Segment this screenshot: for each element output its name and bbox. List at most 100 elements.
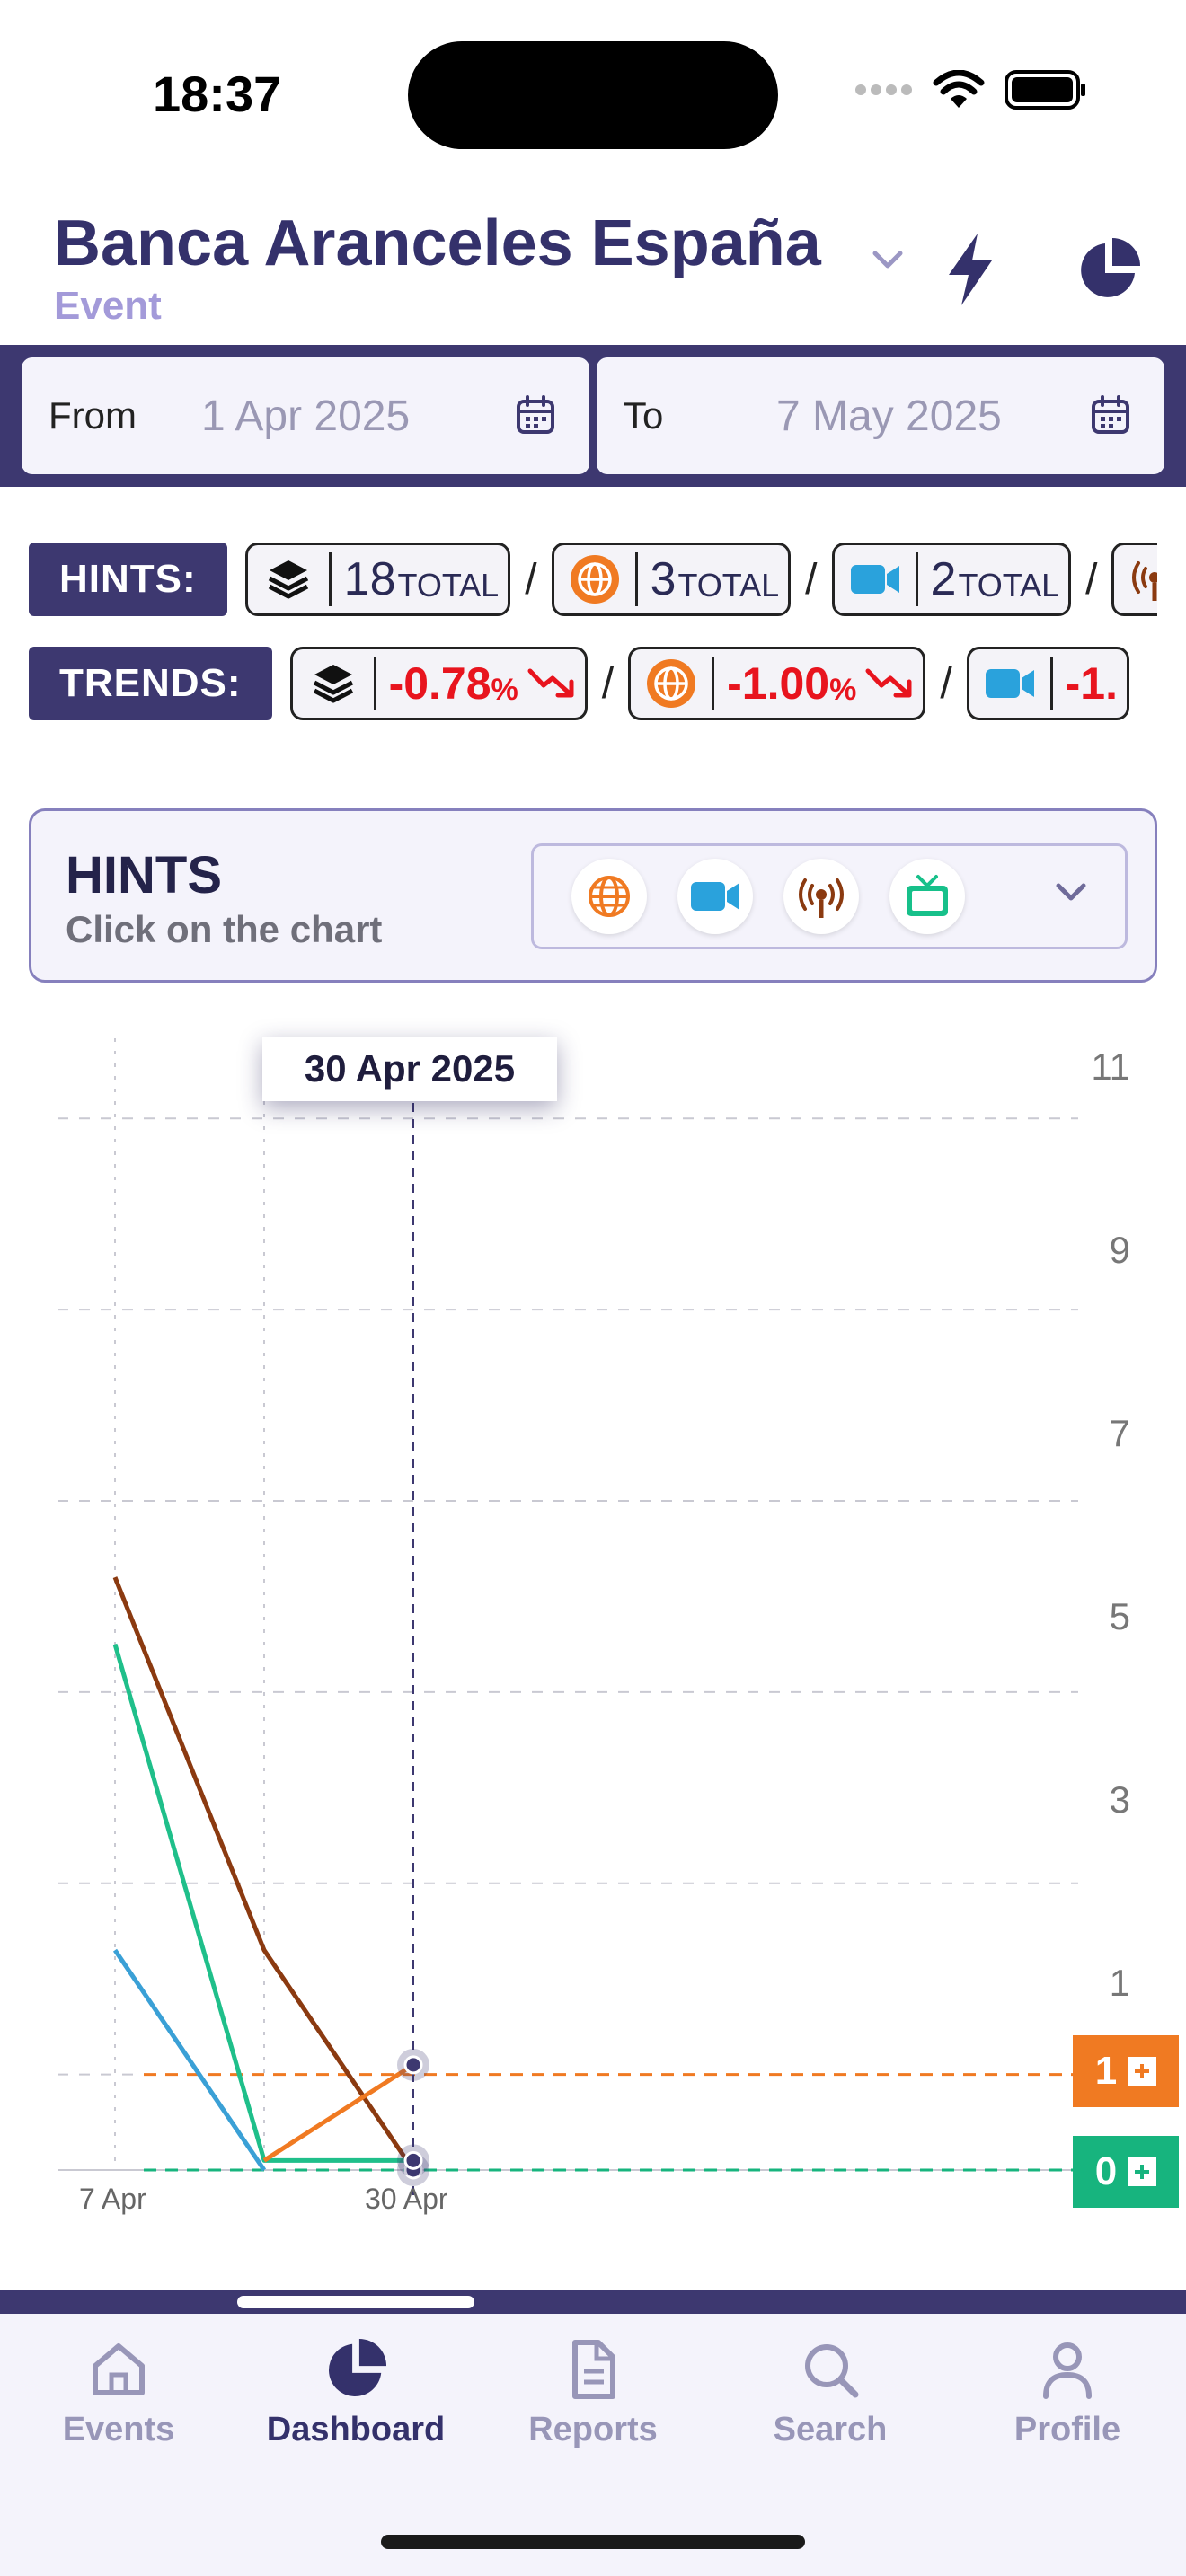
filter-web-button[interactable] <box>571 859 647 934</box>
date-to-label: To <box>624 394 664 437</box>
hints-chip-value: 18 <box>343 553 396 605</box>
line-chart[interactable] <box>0 1006 1186 2245</box>
nav-label: Events <box>62 2411 175 2448</box>
globe-icon <box>589 876 630 917</box>
status-bar: 18:37 <box>0 0 1186 180</box>
wifi-icon <box>933 70 985 108</box>
nav-label: Reports <box>528 2411 658 2448</box>
series-line <box>262 2062 415 2163</box>
chevron-down-icon[interactable] <box>870 248 906 271</box>
nav-item-events[interactable]: Events <box>0 2337 237 2449</box>
y-tick-label: 3 <box>1109 1778 1130 1821</box>
calendar-icon[interactable] <box>509 389 562 443</box>
status-icons <box>855 70 1087 110</box>
hints-chip-video[interactable]: 2 TOTAL <box>831 543 1072 616</box>
hints-chip-web[interactable]: 3 TOTAL <box>551 543 792 616</box>
dynamic-island <box>408 41 778 149</box>
hints-chip-value: 2 <box>930 553 957 605</box>
battery-icon <box>1005 70 1085 110</box>
trend-value: -1. <box>1065 658 1119 709</box>
trends-summary-row: TRENDS: -0.78 % / -1.00 % / -1. <box>29 647 1157 720</box>
hints-tag: HINTS: <box>29 543 227 616</box>
date-to-value[interactable]: 7 May 2025 <box>776 392 1084 441</box>
trend-value: -0.78 <box>388 658 491 709</box>
separator: / <box>940 659 952 708</box>
quick-action-button[interactable] <box>934 225 1006 314</box>
hints-summary-row: HINTS: 18 TOTAL / 3 TOTAL / 2 TOTAL / <box>29 543 1157 616</box>
x-tick-label: 7 Apr <box>79 2183 146 2215</box>
y-tick-label: 5 <box>1109 1595 1130 1637</box>
media-filter[interactable] <box>531 843 1128 949</box>
date-from-label: From <box>49 394 137 437</box>
series-line <box>112 1576 416 2172</box>
status-time: 18:37 <box>153 66 282 122</box>
filter-tv-button[interactable] <box>890 859 965 934</box>
trend-value: -1.00 <box>727 658 830 709</box>
separator: / <box>805 555 818 604</box>
date-from-value[interactable]: 1 Apr 2025 <box>201 392 509 441</box>
reference-badge-green[interactable]: 0 <box>1073 2136 1179 2208</box>
date-to-field[interactable]: To 7 May 2025 <box>597 357 1164 474</box>
trend-unit: % <box>491 672 518 707</box>
nav-divider <box>0 2290 1186 2314</box>
nav-item-profile[interactable]: Profile <box>949 2337 1186 2449</box>
nav-item-dashboard[interactable]: Dashboard <box>237 2337 474 2449</box>
trends-tag: TRENDS: <box>29 647 272 720</box>
filter-video-button[interactable] <box>677 859 753 934</box>
plus-square-icon <box>1128 2057 1157 2086</box>
active-tab-indicator <box>237 2296 474 2308</box>
nav-item-search[interactable]: Search <box>712 2337 949 2449</box>
trends-chip-video[interactable]: -1. <box>966 647 1130 720</box>
nav-label: Search <box>773 2411 888 2448</box>
y-tick-label: 7 <box>1109 1412 1130 1454</box>
dashboard-view-button[interactable] <box>1064 225 1154 314</box>
globe-icon <box>567 551 623 607</box>
event-subtitle: Event <box>54 284 162 328</box>
pie-chart-icon <box>1081 238 1140 297</box>
home-icon <box>93 2343 145 2395</box>
y-tick-label: 1 <box>1109 1962 1130 2004</box>
series-line <box>112 1948 267 2172</box>
hints-chip-unit: TOTAL <box>958 567 1060 604</box>
y-tick-label: 11 <box>1091 1045 1130 1088</box>
video-camera-icon <box>847 551 903 607</box>
hints-chip-unit: TOTAL <box>397 567 500 604</box>
reference-badge-value: 0 <box>1094 2149 1118 2193</box>
person-icon <box>1043 2342 1092 2399</box>
hints-chip-unit: TOTAL <box>677 567 780 604</box>
nav-label: Dashboard <box>266 2411 446 2448</box>
plus-square-icon <box>1128 2157 1157 2186</box>
search-icon <box>805 2344 859 2398</box>
document-icon <box>572 2340 615 2399</box>
calendar-icon[interactable] <box>1084 389 1137 443</box>
separator: / <box>525 555 537 604</box>
hints-chip-value: 3 <box>650 553 677 605</box>
radio-broadcast-icon <box>1127 551 1157 607</box>
hints-chip-radio[interactable] <box>1111 543 1157 616</box>
pie-chart-icon <box>329 2338 387 2396</box>
chevron-down-icon[interactable] <box>1053 880 1089 904</box>
hints-card-subtitle: Click on the chart <box>66 908 383 950</box>
filter-radio-button[interactable] <box>783 859 859 934</box>
separator: / <box>1085 555 1098 604</box>
separator: / <box>601 659 615 708</box>
trend-unit: % <box>829 672 857 707</box>
date-from-field[interactable]: From 1 Apr 2025 <box>22 357 589 474</box>
hints-chart[interactable]: 30 Apr 2025 11 9 7 5 3 1 7 Apr 30 Apr 1 … <box>0 1006 1186 2245</box>
selected-point <box>403 2055 423 2075</box>
signal-dots-icon <box>855 84 912 95</box>
reference-badge-value: 1 <box>1094 2049 1118 2093</box>
video-camera-icon <box>691 882 739 911</box>
hints-card-title: HINTS <box>66 846 222 904</box>
trends-chip-all[interactable]: -0.78 % <box>289 647 588 720</box>
video-camera-icon <box>982 656 1038 711</box>
layers-icon <box>305 656 361 711</box>
nav-item-reports[interactable]: Reports <box>474 2337 712 2449</box>
y-tick-label: 9 <box>1109 1229 1130 1271</box>
reference-badge-orange[interactable]: 1 <box>1073 2035 1179 2107</box>
tv-icon <box>907 875 948 916</box>
home-indicator <box>381 2535 805 2549</box>
hints-chip-all[interactable]: 18 TOTAL <box>244 543 511 616</box>
event-title[interactable]: Banca Aranceles España <box>54 207 821 280</box>
trends-chip-web[interactable]: -1.00 % <box>628 647 926 720</box>
